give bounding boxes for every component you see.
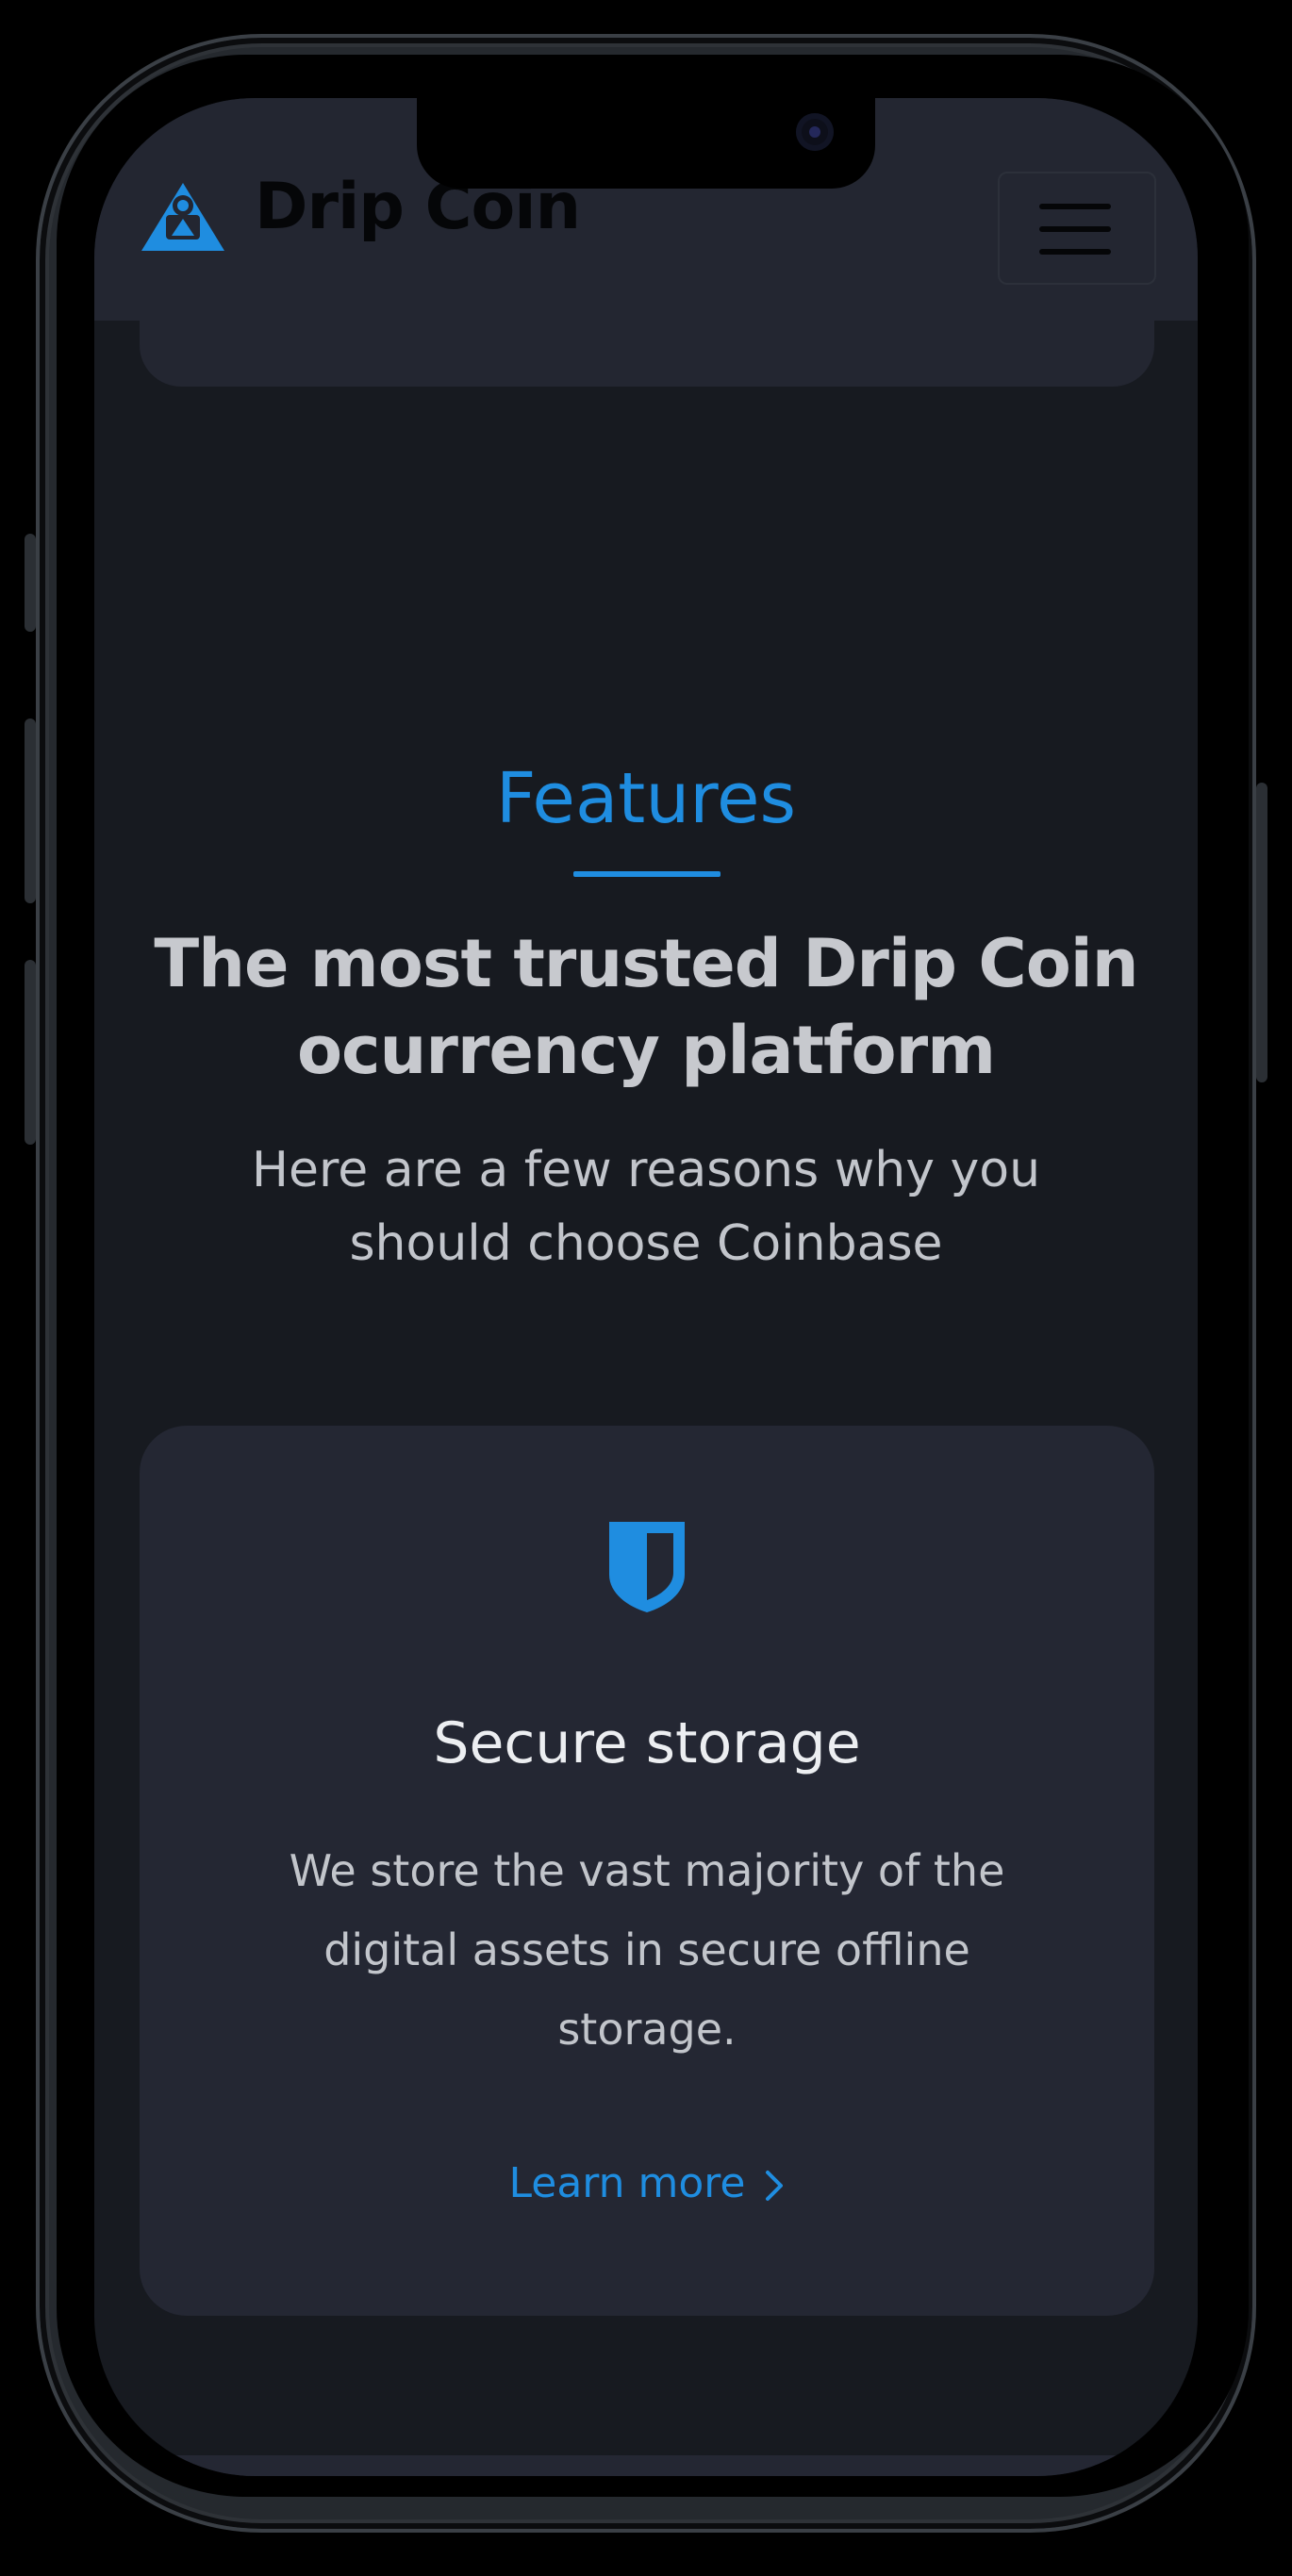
feature-card: Secure storage We store the vast majorit… bbox=[140, 1426, 1154, 2316]
eyebrow-underline bbox=[573, 871, 721, 877]
headline-line-2: ocurrency platform bbox=[296, 1012, 996, 1089]
subheading-line-2: should choose Coinbase bbox=[349, 1215, 943, 1272]
learn-more-link[interactable]: Learn more bbox=[140, 2159, 1154, 2207]
phone-notch bbox=[417, 98, 875, 189]
header-panel-bottom bbox=[140, 321, 1154, 387]
phone-volume-down-button bbox=[25, 960, 36, 1145]
card-description-line-2: digital assets in secure offline bbox=[323, 1924, 970, 1975]
subheading-line-1: Here are a few reasons why you bbox=[251, 1142, 1041, 1198]
pyramid-logo-icon[interactable] bbox=[140, 179, 226, 255]
screen: Drip Coin Features The most trusted Drip… bbox=[94, 98, 1198, 2476]
section-subheading: Here are a few reasons why you should ch… bbox=[189, 1133, 1103, 1280]
hamburger-menu-icon bbox=[1039, 204, 1111, 209]
learn-more-label: Learn more bbox=[508, 2159, 746, 2207]
section-headline: The most trusted Drip Coin ocurrency pla… bbox=[132, 920, 1160, 1094]
hamburger-menu-icon bbox=[1039, 249, 1111, 255]
hamburger-menu-button[interactable] bbox=[998, 172, 1156, 285]
card-title: Secure storage bbox=[433, 1710, 861, 1776]
section-eyebrow: Features bbox=[495, 758, 797, 839]
chevron-right-icon bbox=[766, 2171, 784, 2201]
card-description: We store the vast majority of the digita… bbox=[253, 1831, 1041, 2069]
phone-power-button bbox=[1256, 783, 1267, 1082]
shield-icon bbox=[609, 1522, 685, 1612]
phone-volume-up-button bbox=[25, 718, 36, 903]
next-section-edge bbox=[94, 2455, 1198, 2476]
card-description-line-3: storage. bbox=[557, 2004, 737, 2055]
card-description-line-1: We store the vast majority of the bbox=[289, 1845, 1005, 1896]
front-camera-icon bbox=[796, 113, 834, 151]
phone-side-button bbox=[25, 534, 36, 632]
headline-line-1: The most trusted Drip Coin bbox=[154, 925, 1138, 1002]
hamburger-menu-icon bbox=[1039, 226, 1111, 232]
